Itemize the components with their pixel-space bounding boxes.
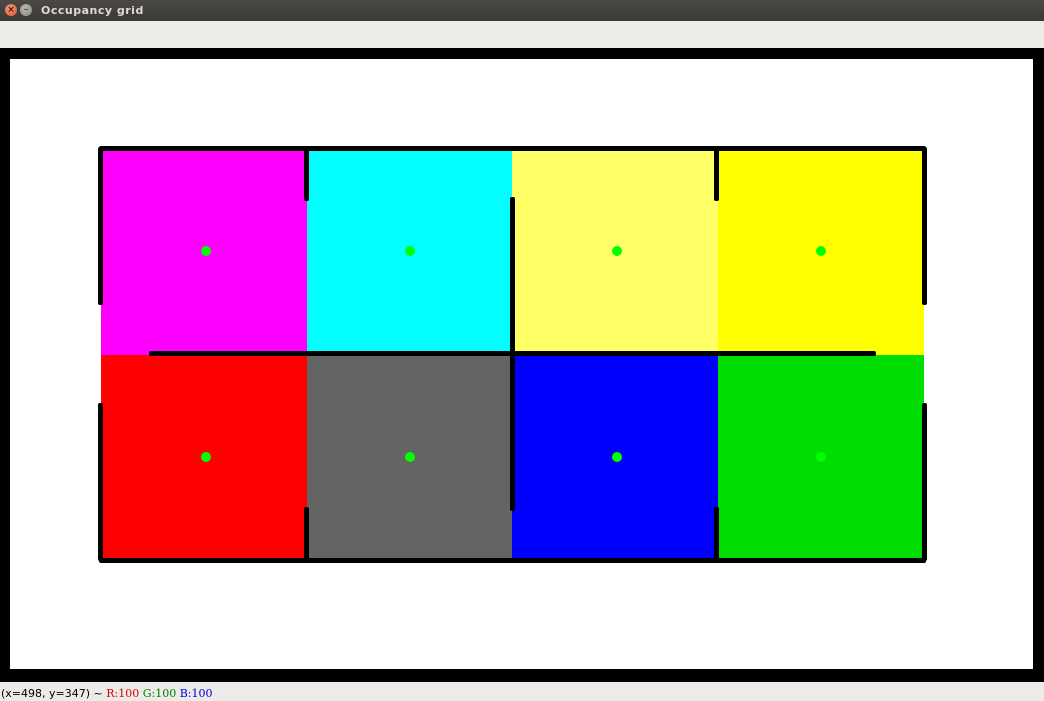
green-value: G:100 (142, 687, 177, 700)
cell-center-dot (200, 246, 211, 256)
image-frame (0, 48, 1044, 682)
blue-value: B:100 (179, 687, 213, 700)
cell-center-dot (200, 452, 211, 462)
close-icon[interactable]: × (5, 4, 17, 16)
wall-segment (98, 403, 103, 561)
wall-segment (922, 147, 927, 305)
status-bar: (x=498, y=347) ~ R:100 G:100 B:100 (0, 682, 1044, 701)
cell-center-dot (611, 246, 622, 256)
wall-segment (922, 403, 927, 561)
wall-segment (98, 147, 103, 305)
cell-center-dot (611, 452, 622, 462)
wall-segment (510, 197, 515, 511)
wall-segment (304, 507, 309, 561)
wall-segment (304, 147, 309, 201)
red-value: R:100 (106, 687, 140, 700)
wall-segment (714, 507, 719, 561)
occupancy-grid-image[interactable] (10, 59, 1033, 669)
minimize-icon[interactable]: – (20, 4, 32, 16)
toolbar (0, 21, 1044, 49)
wall-segment (99, 146, 926, 151)
title-bar: × – Occupancy grid (0, 0, 1044, 21)
status-readout: (x=498, y=347) ~ R:100 G:100 B:100 (1, 687, 213, 700)
wall-segment (99, 558, 926, 563)
cursor-coordinates: (x=498, y=347) ~ (1, 687, 103, 700)
window-title: Occupancy grid (41, 4, 144, 17)
wall-segment (714, 147, 719, 201)
